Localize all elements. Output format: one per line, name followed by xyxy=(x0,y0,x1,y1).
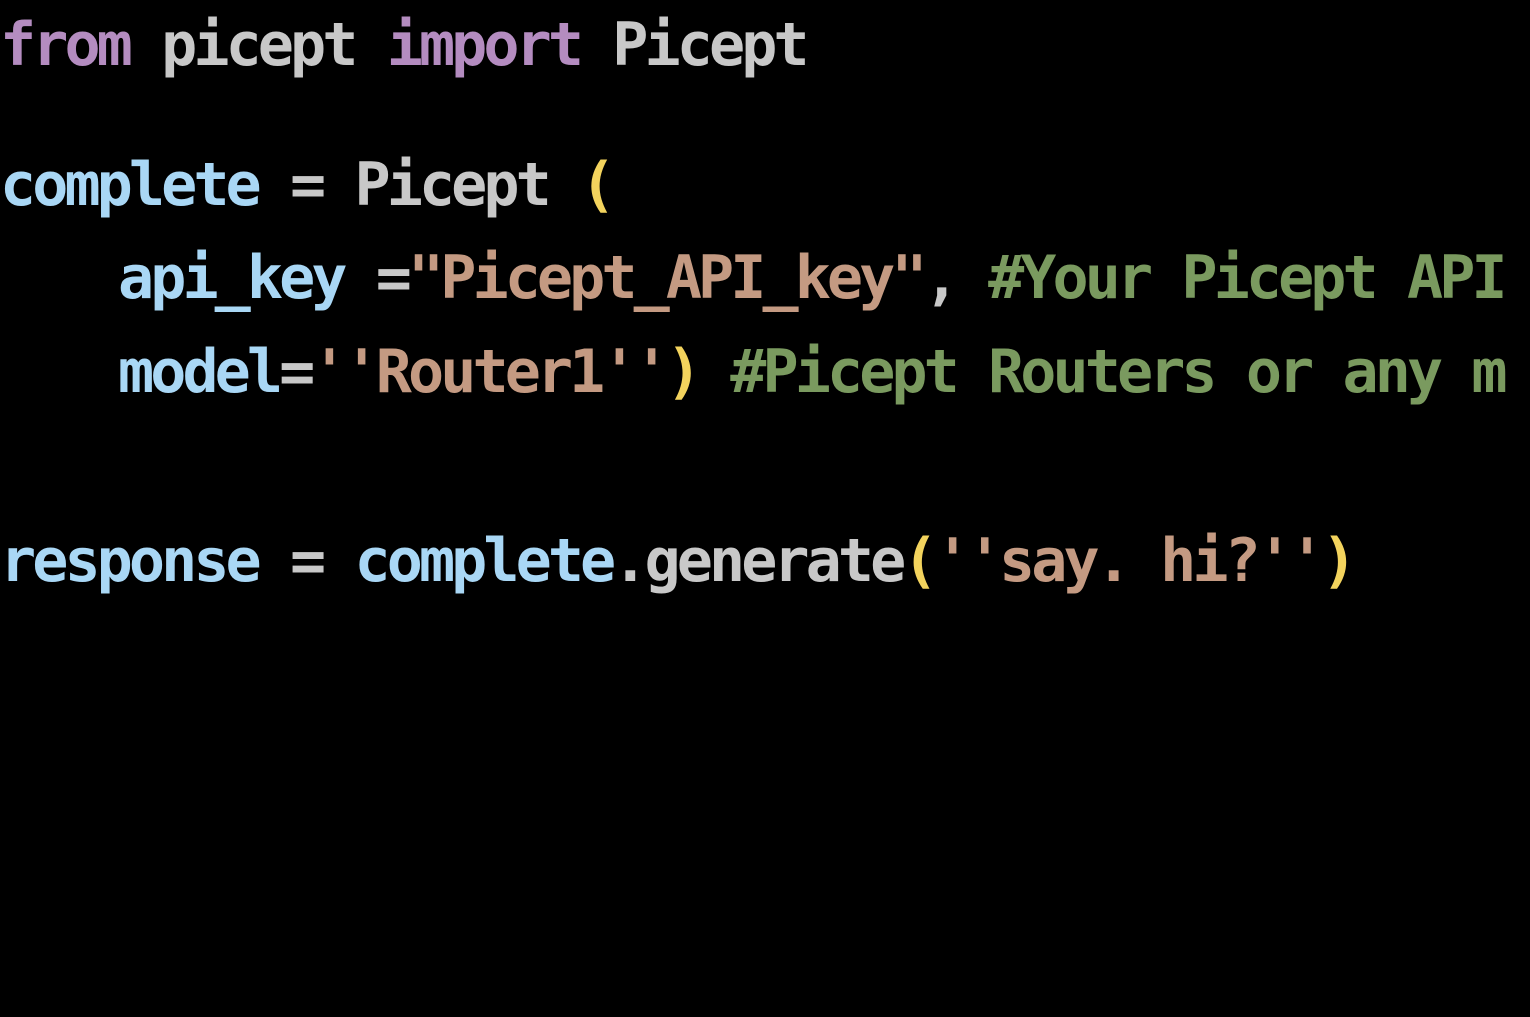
keyword-from: from xyxy=(0,10,133,80)
method-generate: generate xyxy=(644,526,907,596)
paren-close: ) xyxy=(1321,526,1357,596)
string-api-key: "Picept_API_key" xyxy=(408,243,927,313)
variable-response: response xyxy=(0,526,262,596)
code-editor[interactable]: from picept import Picept complete = Pic… xyxy=(0,0,1530,1017)
assign-operator: = xyxy=(375,243,412,313)
param-model: model xyxy=(118,337,283,407)
object-complete: complete xyxy=(354,526,617,596)
code-line-response: response = complete.generate(''say. hi?'… xyxy=(0,525,1357,597)
string-prompt: ''say. hi?'' xyxy=(934,526,1326,596)
dot-operator: . xyxy=(612,526,648,596)
code-line-api-key: api_key ="Picept_API_key", #Your Picept … xyxy=(118,242,1508,314)
module-name: picept xyxy=(161,10,358,80)
string-model: ''Router1'' xyxy=(311,337,669,407)
paren-close: ) xyxy=(665,337,702,407)
code-line-assign-complete: complete = Picept ( xyxy=(0,149,616,221)
class-name: Picept xyxy=(612,10,809,80)
assign-operator: = xyxy=(279,337,315,407)
code-line-import: from picept import Picept xyxy=(0,9,810,81)
comment-api-key: #Your Picept API xyxy=(988,243,1507,313)
variable-complete: complete xyxy=(0,150,262,220)
comment-model: #Picept Routers or any m xyxy=(730,337,1507,407)
class-name: Picept xyxy=(354,150,552,220)
comma: , xyxy=(923,243,960,313)
assign-operator: = xyxy=(290,150,326,220)
assign-operator: = xyxy=(290,526,326,596)
paren-open: ( xyxy=(902,526,938,596)
code-line-model: model=''Router1'') #Picept Routers or an… xyxy=(118,336,1508,408)
paren-open: ( xyxy=(580,150,616,220)
param-api-key: api_key xyxy=(118,243,347,313)
keyword-import: import xyxy=(386,10,584,80)
